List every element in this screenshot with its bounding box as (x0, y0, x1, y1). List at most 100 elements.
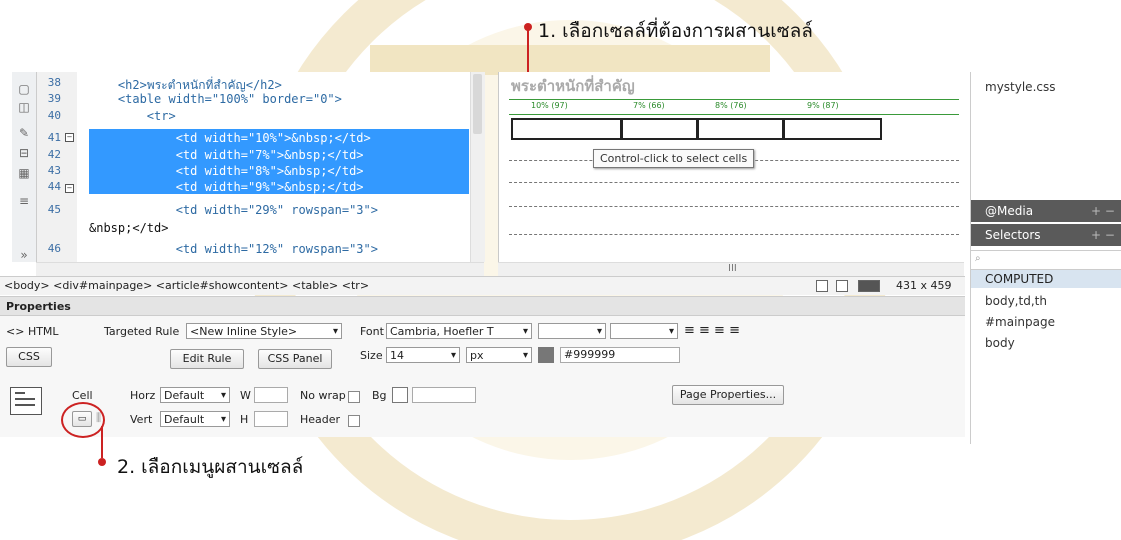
size-select[interactable]: 14 (386, 347, 460, 364)
font-style-select[interactable] (538, 323, 606, 340)
chevron-down-icon[interactable]: » (16, 248, 32, 262)
annotation-line (101, 426, 103, 458)
annotation-text: 1. เลือกเซลล์ที่ต้องการผสานเซลล์ (538, 20, 813, 42)
select-tool-icon[interactable] (816, 280, 828, 292)
cell-label: Cell (72, 389, 93, 402)
color-input[interactable]: #999999 (560, 347, 680, 363)
hand-tool-icon[interactable] (836, 280, 848, 292)
vert-select[interactable]: Default (160, 411, 230, 428)
font-select[interactable]: Cambria, Hoefler T (386, 323, 532, 340)
window-size[interactable]: 431 x 459 (896, 279, 952, 292)
code-line: <tr> (89, 109, 176, 123)
selectors-header[interactable]: Selectors + − (971, 224, 1121, 246)
selected-cell[interactable] (697, 118, 784, 140)
code-h-scrollbar[interactable] (36, 262, 484, 277)
font-weight-select[interactable] (610, 323, 678, 340)
line-number: 41 (47, 131, 61, 144)
design-heading: พระตำหนักที่สำคัญ (511, 77, 635, 95)
unit-select[interactable]: px (466, 347, 532, 364)
code-toolbar: ▢ ◫ ✎ ⊟ ▦ ≡ » (12, 72, 36, 262)
targeted-rule-label: Targeted Rule (104, 325, 180, 338)
properties-panel: Properties <> HTML CSS Targeted Rule <Ne… (0, 296, 965, 437)
bg-color-swatch[interactable] (392, 387, 408, 403)
indent-icon[interactable]: ⊟ (16, 146, 32, 160)
line-number: 43 (47, 164, 61, 177)
code-line: <td width="29%" rowspan="3"> (89, 203, 378, 217)
bg-label: Bg (372, 389, 387, 402)
collapse-tag-icon[interactable]: ◫ (16, 100, 32, 114)
font-label: Font (360, 325, 384, 338)
ruler-label: 7% (66) (633, 101, 665, 110)
line-number: 38 (47, 76, 61, 89)
table-row-guide (509, 206, 959, 207)
ruler-label: 8% (76) (715, 101, 747, 110)
code-view[interactable]: 38 39 40 41 42 43 44 45 46 − − <h2>พระตำ… (36, 72, 485, 262)
open-documents-icon[interactable]: ▢ (16, 82, 32, 96)
html-mode-button[interactable]: <> HTML (6, 325, 59, 338)
selector-item[interactable]: body (985, 336, 1015, 350)
selected-cell[interactable] (783, 118, 882, 140)
width-input[interactable] (254, 387, 288, 403)
media-header[interactable]: @Media + − (971, 200, 1121, 222)
h-label: H (240, 413, 249, 426)
line-number: 39 (47, 92, 61, 105)
code-line: <table width="100%" border="0"> (89, 92, 342, 106)
scroll-grip: III (728, 263, 737, 274)
annotation-dot (98, 458, 106, 466)
page-properties-button[interactable]: Page Properties... (672, 385, 784, 405)
annotation-text: 2. เลือกเมนูผสานเซลล์ (117, 456, 304, 478)
code-line: <td width="10%">&nbsp;</td> (89, 131, 371, 145)
header-label: Header (300, 413, 341, 426)
css-panel-button[interactable]: CSS Panel (258, 349, 332, 369)
css-file[interactable]: mystyle.css (985, 80, 1055, 94)
height-input[interactable] (254, 411, 288, 427)
properties-title: Properties (6, 300, 71, 313)
tooltip: Control-click to select cells (593, 149, 755, 168)
color-swatch[interactable] (538, 347, 554, 363)
horz-label: Horz (130, 389, 156, 402)
design-view[interactable]: พระตำหนักที่สำคัญ 10% (97) 7% (66) 8% (7… (498, 72, 965, 262)
table-icon[interactable]: ▦ (16, 166, 32, 180)
selected-cell[interactable] (621, 118, 698, 140)
targeted-rule-select[interactable]: <New Inline Style> (186, 323, 342, 340)
selector-search-input[interactable]: ⌕ (971, 250, 1121, 270)
edit-rule-button[interactable]: Edit Rule (170, 349, 244, 369)
computed-item[interactable]: COMPUTED (971, 270, 1121, 288)
vert-label: Vert (130, 413, 153, 426)
selector-item[interactable]: body,td,th (985, 294, 1047, 308)
highlight-circle (61, 402, 105, 438)
line-number: 42 (47, 148, 61, 161)
annotation-line (527, 30, 529, 72)
tag-selector[interactable]: <body> <div#mainpage> <article#showconte… (4, 279, 369, 292)
css-mode-button[interactable]: CSS (6, 347, 52, 367)
line-number: 44 (47, 180, 61, 193)
desktop-size-icon[interactable] (858, 280, 880, 292)
css-designer-panel: mystyle.css @Media + − Selectors + − ⌕ COM… (970, 72, 1121, 444)
w-label: W (240, 389, 251, 402)
fold-toggle[interactable]: − (65, 184, 74, 193)
status-bar: <body> <div#mainpage> <article#showconte… (0, 276, 965, 295)
align-icons[interactable]: ≡ ≡ ≡ ≡ (684, 323, 740, 338)
table-width-ruler: 10% (97) 7% (66) 8% (76) 9% (87) (509, 99, 959, 115)
fold-toggle[interactable]: − (65, 133, 74, 142)
code-line: <td width="7%">&nbsp;</td> (89, 148, 364, 162)
code-line: <td width="12%" rowspan="3"> (89, 242, 378, 256)
horz-select[interactable]: Default (160, 387, 230, 404)
header-checkbox[interactable] (348, 415, 360, 427)
edit-pencil-icon[interactable]: ✎ (16, 126, 32, 140)
selector-item[interactable]: #mainpage (985, 315, 1055, 329)
bg-color-input[interactable] (412, 387, 476, 403)
line-number: 45 (47, 203, 61, 216)
code-line: <td width="9%">&nbsp;</td> (89, 180, 364, 194)
format-icon[interactable]: ≡ (16, 194, 32, 208)
line-number: 46 (47, 242, 61, 255)
nowrap-label: No wrap (300, 389, 346, 402)
code-scrollbar[interactable] (470, 72, 485, 262)
design-h-scrollbar[interactable]: III (498, 262, 964, 277)
code-line: &nbsp;</td> (89, 221, 169, 235)
properties-header: Properties (0, 297, 965, 316)
line-number: 40 (47, 109, 61, 122)
nowrap-checkbox[interactable] (348, 391, 360, 403)
selected-cell[interactable] (511, 118, 622, 140)
ruler-label: 9% (87) (807, 101, 839, 110)
